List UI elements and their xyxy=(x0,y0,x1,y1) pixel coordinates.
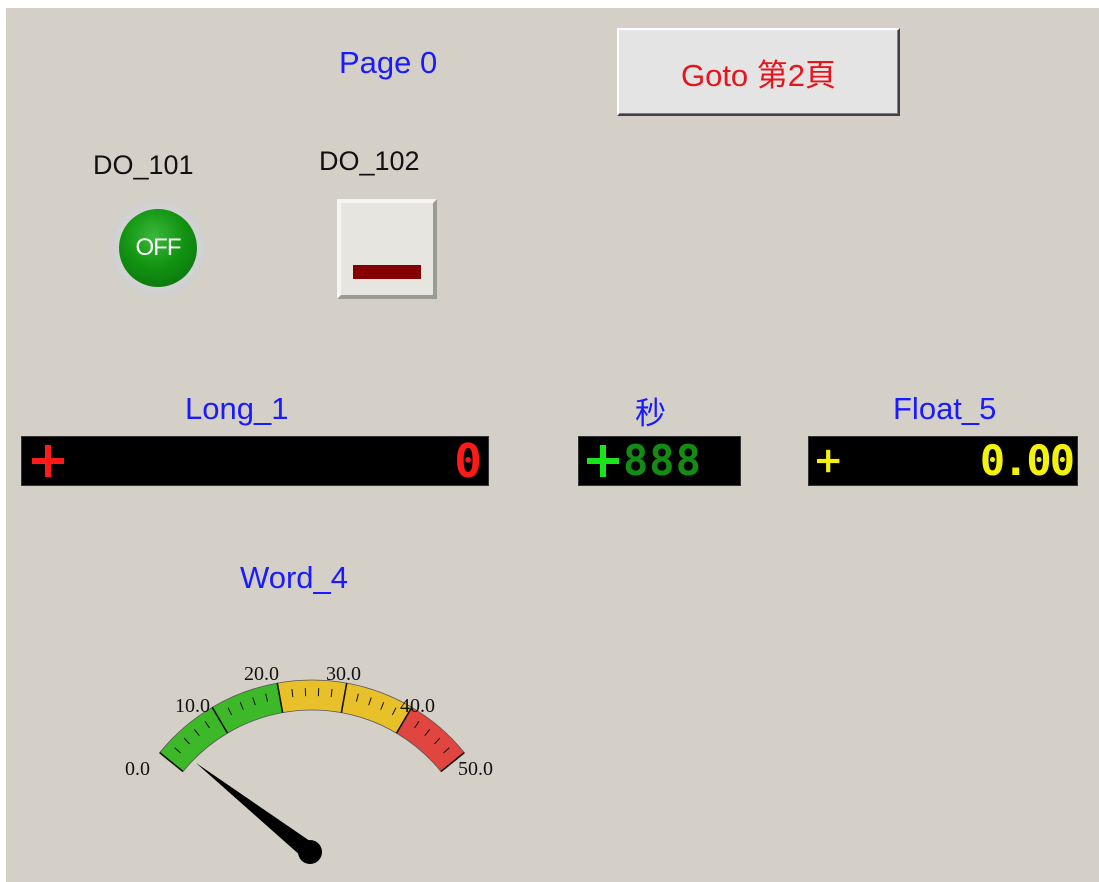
seconds-label: 秒 xyxy=(635,396,666,432)
gauge-tick-label: 50.0 xyxy=(458,758,493,780)
long-1-sign-icon xyxy=(32,445,64,477)
do-101-lamp-button[interactable]: OFF xyxy=(110,200,206,296)
do-101-label: DO_101 xyxy=(93,150,194,180)
do-102-switch-button[interactable] xyxy=(337,199,437,299)
gauge-tick-label: 0.0 xyxy=(125,758,150,780)
long-1-value: 0 xyxy=(454,434,482,488)
gauge-tick-label: 20.0 xyxy=(244,663,279,685)
float-5-value: 0.00 xyxy=(979,436,1075,485)
long-1-display: 0 xyxy=(21,436,489,486)
do-102-indicator-bar xyxy=(353,265,421,279)
page-title: Page 0 xyxy=(339,45,438,80)
seconds-display: 888 xyxy=(578,436,741,486)
float-5-label: Float_5 xyxy=(893,391,997,426)
seconds-sign-icon xyxy=(587,445,619,477)
long-1-label: Long_1 xyxy=(185,391,289,426)
gauge-needle-pointer xyxy=(195,762,316,860)
gauge-zones xyxy=(159,679,465,773)
gauge-needle-pivot xyxy=(298,840,322,864)
do-102-label: DO_102 xyxy=(319,146,420,176)
gauge-tick-label: 10.0 xyxy=(175,695,210,717)
gauge-needle xyxy=(195,762,322,864)
word-4-label: Word_4 xyxy=(240,560,348,595)
goto-page-2-button[interactable]: Goto 第2頁 xyxy=(617,28,900,116)
gauge-zone-1 xyxy=(276,679,413,734)
word-4-gauge: 0.0 10.0 20.0 30.0 40.0 50.0 xyxy=(125,663,493,864)
float-5-display: 0.00 xyxy=(808,436,1078,486)
hmi-panel: Page 0 Goto 第2頁 DO_101 OFF DO_102 Long_1… xyxy=(6,8,1099,882)
do-101-lamp-text: OFF xyxy=(135,234,182,261)
seconds-value: 888 xyxy=(623,436,702,485)
gauge-tick-label: 30.0 xyxy=(326,663,361,685)
do-101-lamp-indicator: OFF xyxy=(119,209,197,287)
float-5-sign-icon xyxy=(817,449,840,473)
gauge-tick-label: 40.0 xyxy=(400,695,435,717)
